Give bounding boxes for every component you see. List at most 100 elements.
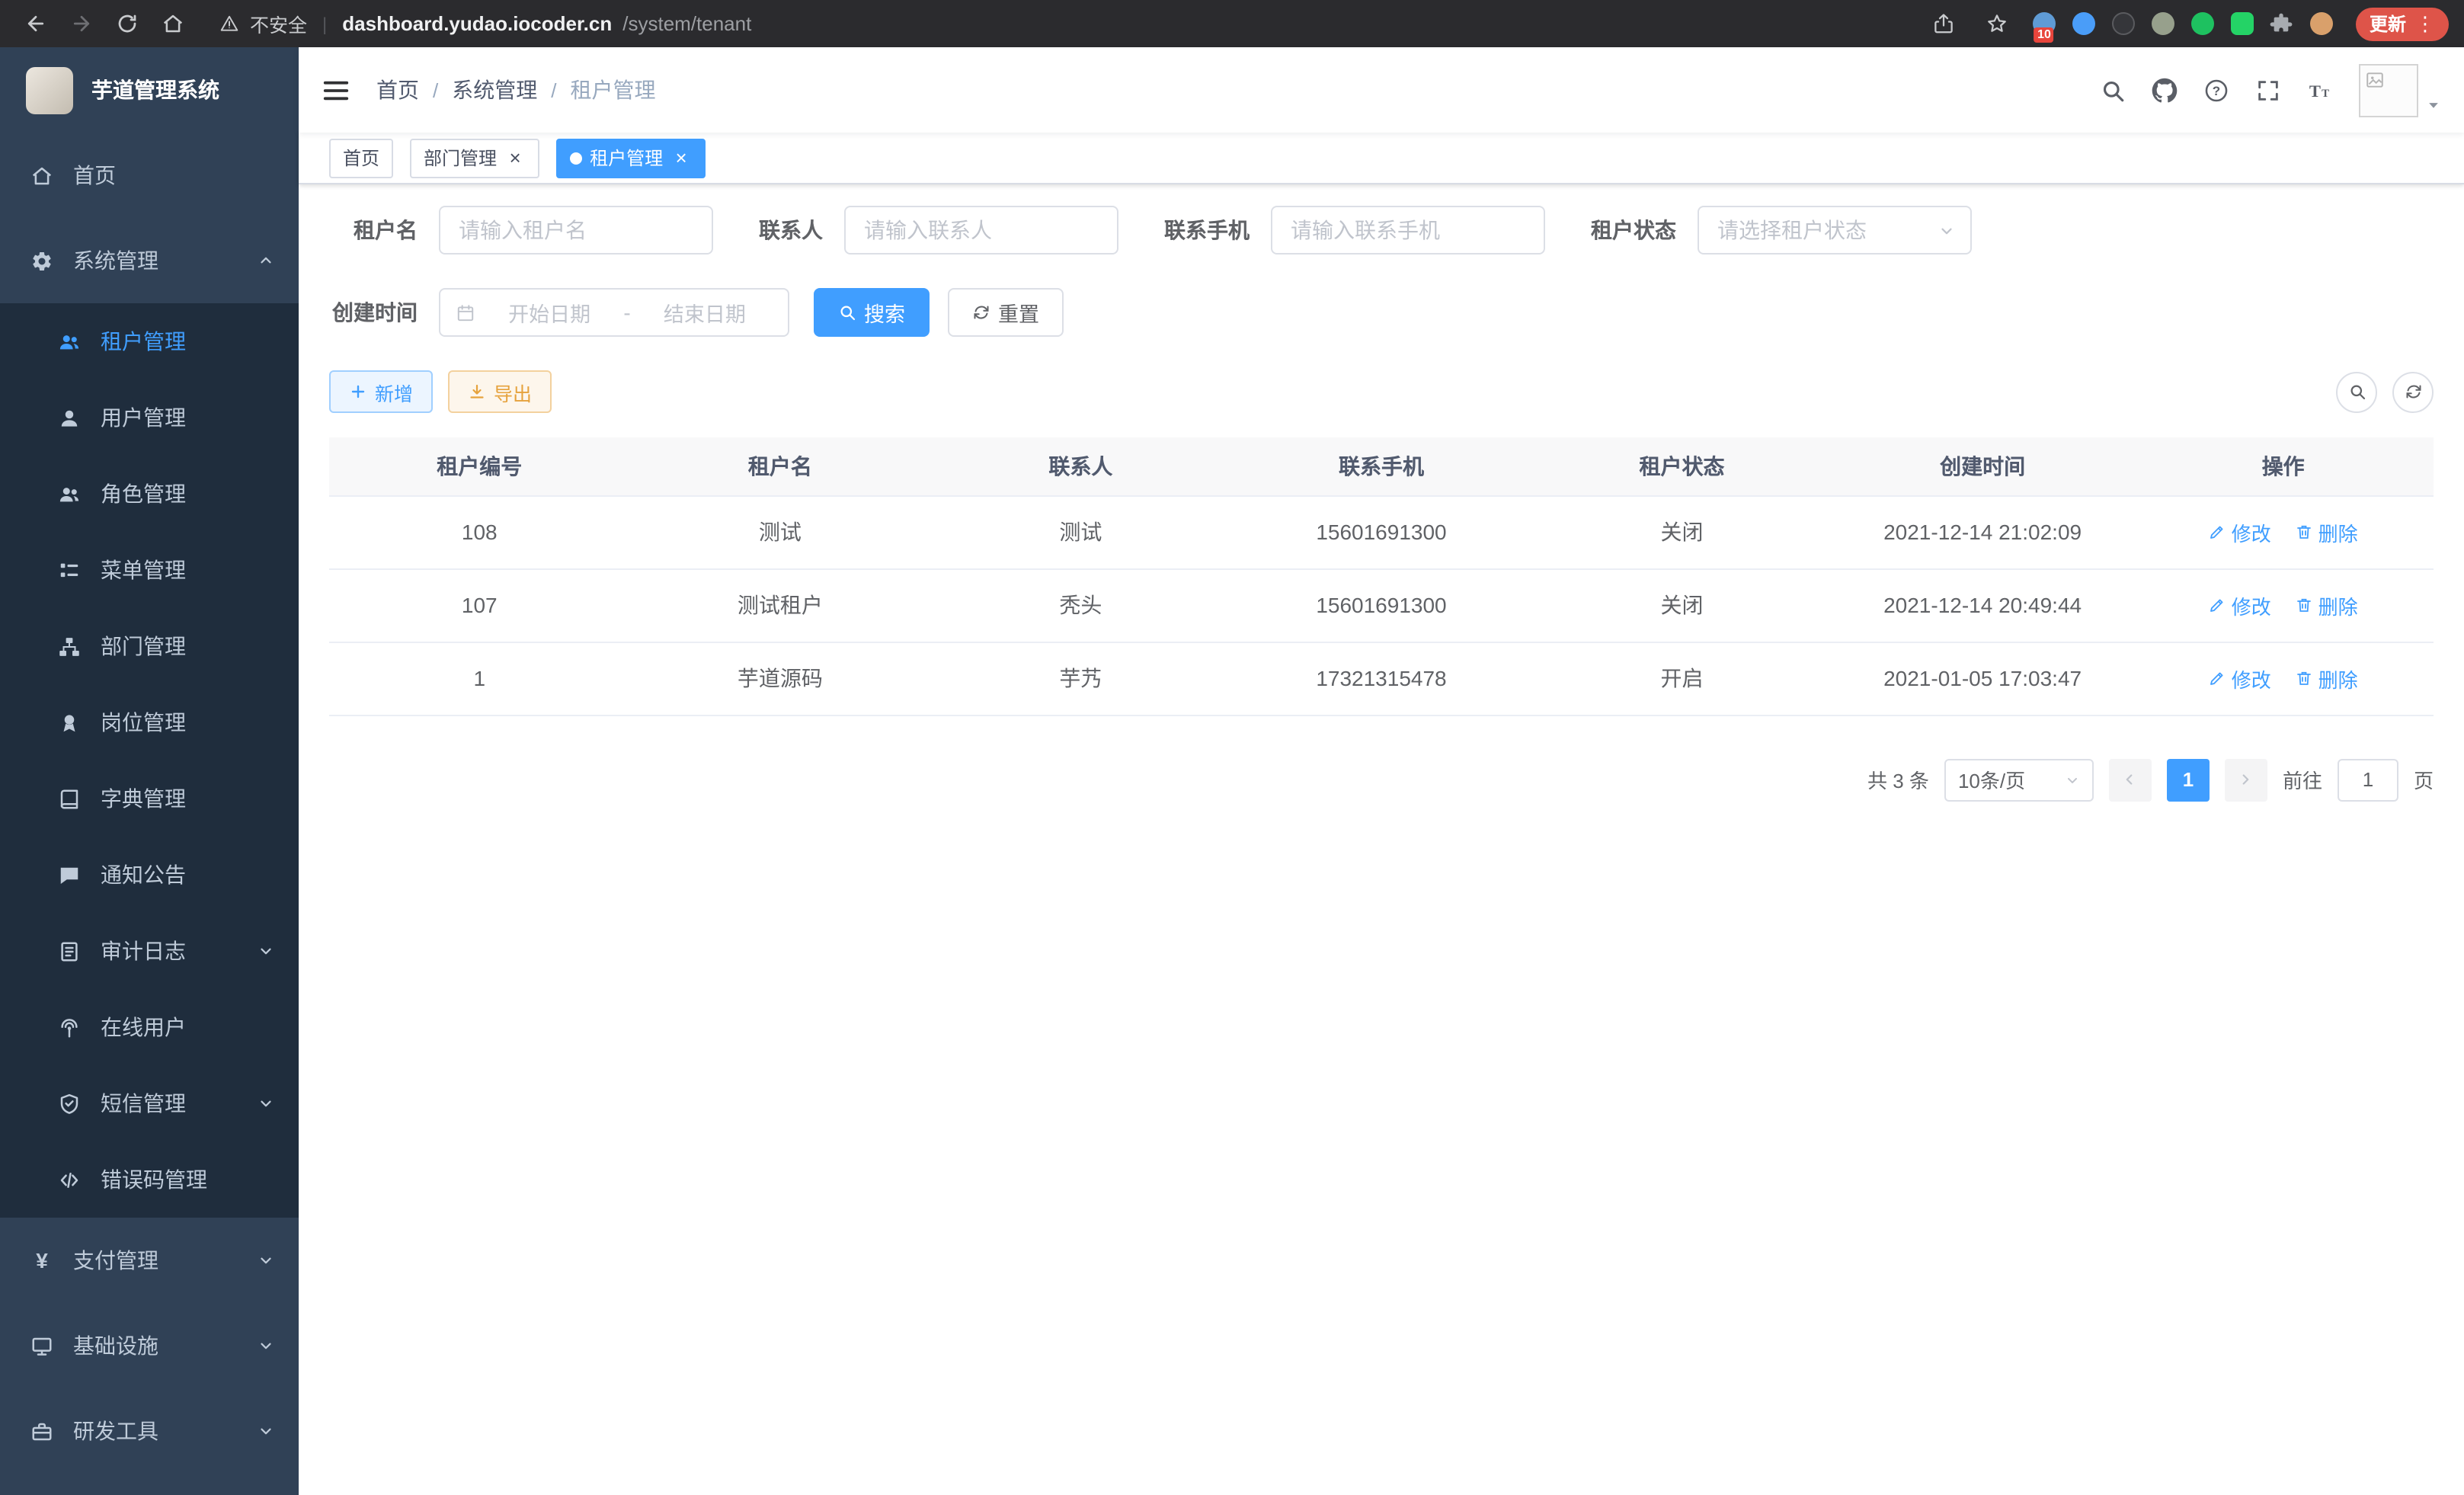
close-icon[interactable]: ×: [504, 147, 526, 168]
sidebar-item-sms[interactable]: 短信管理: [0, 1065, 299, 1141]
goto-page-input[interactable]: [2338, 758, 2398, 801]
chevron-down-icon: [258, 1252, 274, 1269]
sidebar-item-system[interactable]: 系统管理: [0, 218, 299, 303]
hamburger-icon[interactable]: [322, 75, 350, 104]
table-header-row: 租户编号 租户名 联系人 联系手机 租户状态 创建时间 操作: [329, 437, 2434, 495]
sidebar-item-errcode[interactable]: 错误码管理: [0, 1141, 299, 1218]
sidebar-item-online[interactable]: 在线用户: [0, 989, 299, 1065]
url-path: /system/tenant: [622, 12, 751, 35]
extension-icon-globe[interactable]: [2110, 11, 2136, 37]
user-avatar[interactable]: [2359, 63, 2418, 117]
sidebar-item-post[interactable]: 岗位管理: [0, 684, 299, 760]
chevron-up-icon: [258, 252, 274, 269]
extension-icon-blocker[interactable]: 10: [2031, 11, 2057, 37]
sidebar-item-role[interactable]: 角色管理: [0, 456, 299, 532]
browser-back-icon[interactable]: [15, 4, 55, 43]
app-logo[interactable]: 芋道管理系统: [0, 47, 299, 133]
tab-dept[interactable]: 部门管理×: [410, 138, 539, 178]
sidebar-item-home[interactable]: 首页: [0, 133, 299, 218]
fullscreen-icon[interactable]: [2255, 77, 2281, 103]
status-label: 租户状态: [1591, 215, 1676, 245]
sidebar-item-dept[interactable]: 部门管理: [0, 608, 299, 684]
extension-icon-drop[interactable]: [2071, 11, 2097, 37]
tab-tenant[interactable]: 租户管理×: [556, 138, 706, 178]
github-icon[interactable]: [2152, 77, 2178, 103]
extensions-puzzle-icon[interactable]: [2269, 11, 2295, 37]
delete-button[interactable]: 删除: [2296, 517, 2358, 546]
tenant-status-select[interactable]: 请选择租户状态: [1698, 206, 1972, 255]
trash-icon: [2296, 669, 2314, 687]
signal-icon: [58, 1016, 81, 1039]
address-bar[interactable]: 不安全 | dashboard.yudao.iocoder.cn/system/…: [219, 9, 1918, 38]
chevron-down-icon: [2065, 772, 2080, 787]
refresh-table-button[interactable]: [2392, 371, 2434, 412]
page-size-select[interactable]: 10条/页: [1944, 758, 2094, 801]
font-size-icon[interactable]: TT: [2307, 77, 2333, 103]
cell-status: 开启: [1531, 642, 1832, 715]
contact-label: 联系人: [759, 215, 823, 245]
browser-home-icon[interactable]: [152, 4, 192, 43]
phone-input[interactable]: [1271, 206, 1545, 255]
reset-button[interactable]: 重置: [948, 288, 1064, 337]
role-users-icon: [58, 482, 81, 505]
contact-input[interactable]: [844, 206, 1118, 255]
edit-button[interactable]: 修改: [2209, 517, 2271, 546]
browser-profile-avatar[interactable]: [2309, 11, 2334, 37]
delete-button[interactable]: 删除: [2296, 664, 2358, 693]
sidebar-item-pay[interactable]: ¥ 支付管理: [0, 1218, 299, 1303]
shield-icon: [58, 1092, 81, 1115]
cell-actions: 修改 删除: [2133, 568, 2434, 642]
bookmark-star-icon[interactable]: [1978, 4, 2018, 43]
delete-button[interactable]: 删除: [2296, 591, 2358, 619]
chevron-down-icon: [258, 1423, 274, 1439]
table-row: 1 芋道源码 芋艿 17321315478 开启 2021-01-05 17:0…: [329, 642, 2434, 715]
chevron-right-icon: [2238, 771, 2254, 788]
page-number-button[interactable]: 1: [2167, 758, 2210, 801]
update-button[interactable]: 更新 ⋮: [2356, 7, 2449, 40]
sidebar-item-dict[interactable]: 字典管理: [0, 760, 299, 837]
breadcrumb-home[interactable]: 首页: [376, 75, 419, 105]
share-icon[interactable]: [1925, 4, 1964, 43]
tab-home[interactable]: 首页: [329, 138, 393, 178]
browser-menu-icon[interactable]: ⋮: [2415, 11, 2435, 36]
browser-forward-icon[interactable]: [61, 4, 101, 43]
breadcrumb-system[interactable]: 系统管理: [452, 75, 537, 105]
update-label: 更新: [2370, 11, 2406, 37]
add-button[interactable]: 新增: [329, 370, 433, 413]
export-button[interactable]: 导出: [448, 370, 552, 413]
prev-page-button[interactable]: [2109, 758, 2152, 801]
cell-tenant-name: 测试租户: [630, 568, 931, 642]
url-domain: dashboard.yudao.iocoder.cn: [342, 12, 612, 35]
next-page-button[interactable]: [2225, 758, 2267, 801]
help-icon[interactable]: ?: [2203, 77, 2229, 103]
security-label[interactable]: 不安全: [250, 9, 307, 38]
sidebar-item-notice[interactable]: 通知公告: [0, 837, 299, 913]
extension-icon-gray[interactable]: [2150, 11, 2176, 37]
sidebar-item-user[interactable]: 用户管理: [0, 379, 299, 456]
sidebar-item-infra[interactable]: 基础设施: [0, 1303, 299, 1388]
cell-tenant-id: 107: [329, 568, 630, 642]
table-row: 108 测试 测试 15601691300 关闭 2021-12-14 21:0…: [329, 495, 2434, 568]
sidebar-item-tenant[interactable]: 租户管理: [0, 303, 299, 379]
tenant-name-label: 租户名: [329, 215, 418, 245]
browser-reload-icon[interactable]: [107, 4, 146, 43]
tenant-name-input[interactable]: [439, 206, 713, 255]
cell-actions: 修改 删除: [2133, 642, 2434, 715]
search-button[interactable]: 搜索: [814, 288, 930, 337]
extension-icon-green[interactable]: [2190, 11, 2216, 37]
caret-down-icon[interactable]: [2426, 97, 2441, 117]
user-menu[interactable]: [2359, 63, 2441, 117]
list-icon: [58, 559, 81, 581]
extension-icon-chat[interactable]: [2229, 11, 2255, 37]
create-time-range-picker[interactable]: 开始日期 - 结束日期: [439, 288, 789, 337]
sidebar-item-dev[interactable]: 研发工具: [0, 1388, 299, 1474]
header-search-icon[interactable]: [2100, 77, 2126, 103]
sidebar-item-audit[interactable]: 审计日志: [0, 913, 299, 989]
edit-button[interactable]: 修改: [2209, 591, 2271, 619]
toggle-search-button[interactable]: [2336, 371, 2377, 412]
close-icon[interactable]: ×: [670, 147, 692, 168]
screenshot-root: 不安全 | dashboard.yudao.iocoder.cn/system/…: [0, 0, 2464, 1495]
sidebar-item-menu[interactable]: 菜单管理: [0, 532, 299, 608]
edit-button[interactable]: 修改: [2209, 664, 2271, 693]
app-title: 芋道管理系统: [91, 75, 219, 105]
